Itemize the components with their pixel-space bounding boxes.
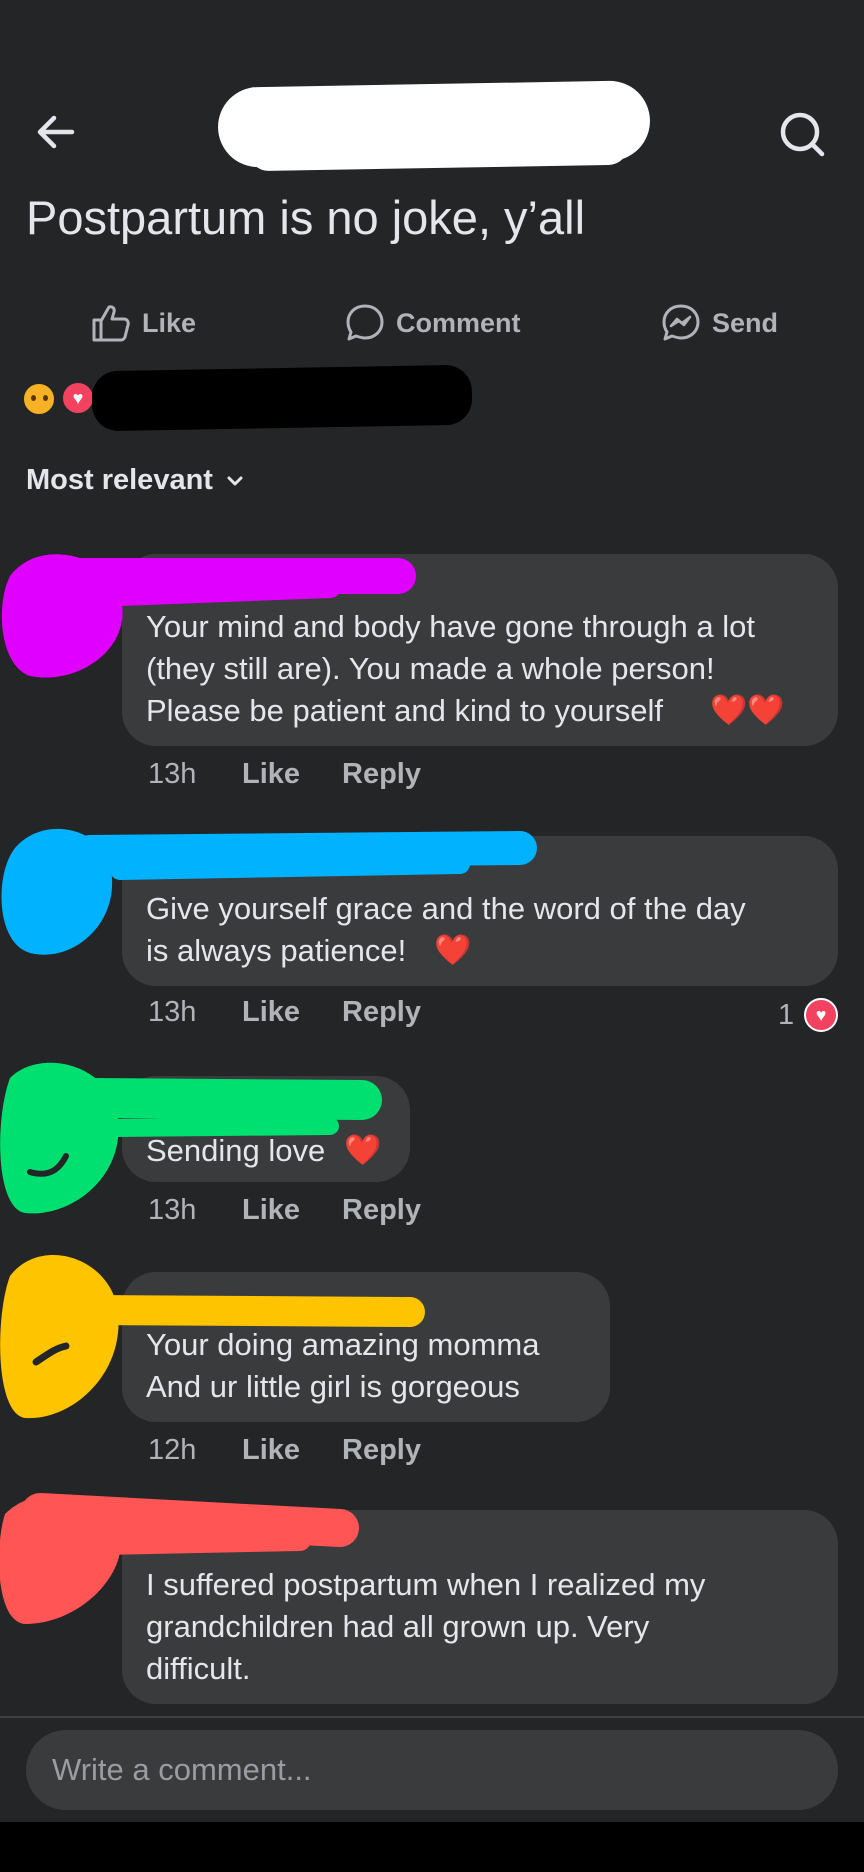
- comment-reply-button[interactable]: Reply: [342, 1434, 421, 1467]
- comment-reply-button[interactable]: Reply: [342, 996, 421, 1029]
- comment-like-button[interactable]: Like: [242, 1434, 342, 1467]
- love-reaction-icon: ♥: [804, 998, 839, 1032]
- comment-meta: 12h Like Reply: [148, 1434, 421, 1467]
- redaction-scribble: [91, 364, 473, 432]
- comment-meta: 13h Like Reply: [148, 1194, 421, 1227]
- avatar-scribble: [1, 554, 416, 678]
- comment-like-button[interactable]: Like: [242, 758, 342, 791]
- send-button[interactable]: Send: [660, 298, 778, 348]
- comment-sort-dropdown[interactable]: Most relevant: [26, 464, 245, 497]
- send-label: Send: [712, 307, 779, 338]
- search-button[interactable]: [772, 104, 832, 164]
- like-button[interactable]: Like: [90, 298, 196, 348]
- like-label: Like: [142, 307, 197, 338]
- arrow-left-icon: [37, 115, 75, 149]
- reaction-count: 1: [778, 998, 795, 1031]
- comment-emoji: ❤️❤️: [710, 694, 785, 727]
- avatar-scribble: [0, 1493, 359, 1624]
- comment-button[interactable]: Comment: [344, 298, 521, 348]
- comment-reply-button[interactable]: Reply: [342, 1194, 421, 1227]
- redaction-scribble: [217, 80, 651, 168]
- search-icon: [780, 112, 825, 157]
- comment-meta: 13h Like Reply: [148, 996, 421, 1029]
- care-reaction-icon: [22, 382, 56, 416]
- comment-time: 13h: [148, 996, 197, 1028]
- comment-input[interactable]: Write a comment...: [26, 1730, 838, 1810]
- love-reaction-icon: ♥: [60, 380, 96, 416]
- reactions-summary[interactable]: ♥: [22, 364, 473, 432]
- chevron-down-icon: [227, 476, 243, 485]
- post-title: Postpartum is no joke, y’all: [26, 191, 586, 244]
- messenger-icon: [662, 304, 700, 341]
- avatar-scribble: [1, 828, 537, 955]
- comment-time: 13h: [148, 1194, 197, 1226]
- divider: [0, 1716, 864, 1718]
- comment-like-button[interactable]: Like: [242, 996, 342, 1029]
- comment-reply-button[interactable]: Reply: [342, 758, 421, 791]
- comment-reaction-count[interactable]: 1 ♥: [778, 998, 839, 1032]
- system-nav-bar: [0, 1822, 864, 1872]
- back-button[interactable]: [28, 104, 88, 164]
- thumbs-up-icon: [92, 305, 130, 342]
- comment-bubble-icon: [346, 304, 384, 341]
- sort-label: Most relevant: [26, 464, 213, 496]
- comment-meta: 13h Like Reply: [148, 758, 421, 791]
- comment-like-button[interactable]: Like: [242, 1194, 342, 1227]
- comment-label: Comment: [396, 307, 521, 338]
- comment-time: 12h: [148, 1434, 197, 1466]
- comment-time: 13h: [148, 758, 197, 790]
- avatar-scribble: [0, 1254, 425, 1419]
- comment-input-placeholder: Write a comment...: [52, 1752, 312, 1787]
